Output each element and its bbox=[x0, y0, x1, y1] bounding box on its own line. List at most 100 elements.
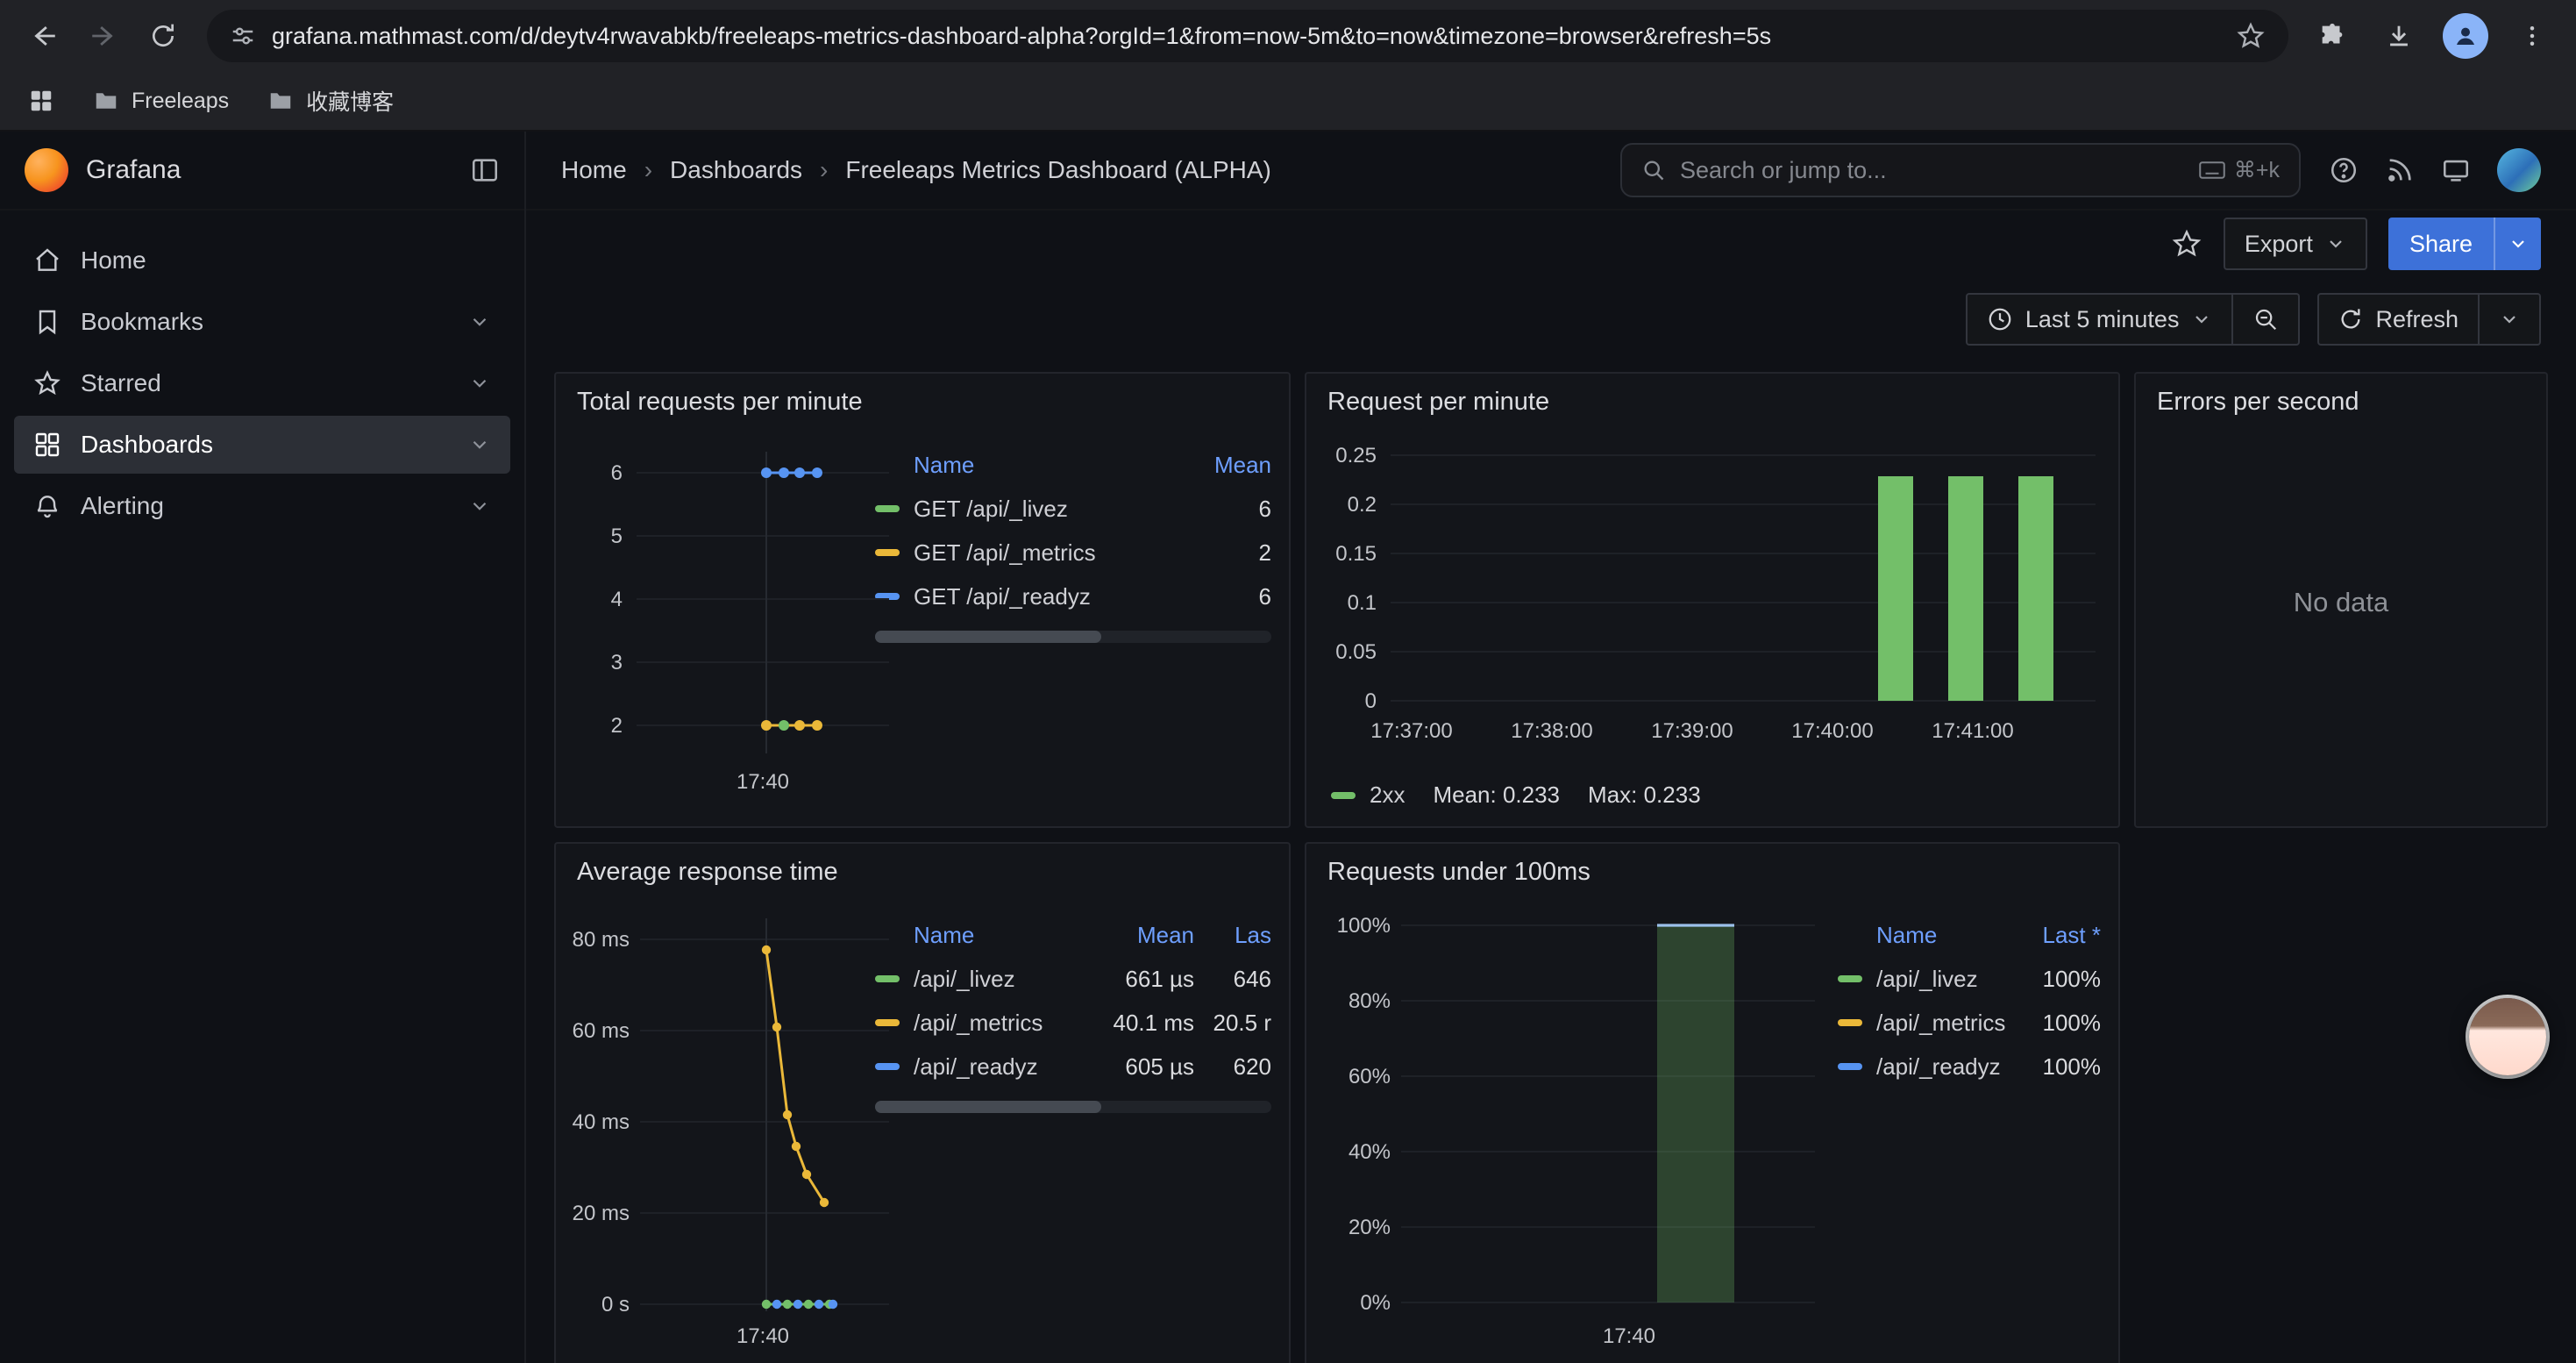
legend-series-metrics[interactable]: /api/_metrics bbox=[875, 1010, 1092, 1037]
sidebar-item-label: Dashboards bbox=[81, 431, 213, 459]
sidebar-nav: Home Bookmarks Starred Dashboards bbox=[0, 211, 524, 556]
legend-table: Name Last * /api/_livez 100% /api/_metri… bbox=[1838, 890, 2104, 1363]
svg-text:80 ms: 80 ms bbox=[573, 928, 630, 952]
panel-title[interactable]: Request per minute bbox=[1306, 374, 2118, 420]
series-mean: 605 µs bbox=[1092, 1053, 1194, 1081]
series-mean: 2 bbox=[1187, 539, 1271, 567]
legend-series-readyz[interactable]: GET /api/_readyz bbox=[875, 583, 1187, 610]
folder-icon bbox=[93, 88, 119, 114]
forward-button[interactable] bbox=[77, 10, 130, 62]
breadcrumb-separator: › bbox=[820, 156, 828, 184]
panel-title[interactable]: Errors per second bbox=[2136, 374, 2546, 420]
zoom-out-button[interactable] bbox=[2233, 293, 2300, 346]
browser-menu-button[interactable] bbox=[2506, 10, 2558, 62]
legend-series-livez[interactable]: GET /api/_livez bbox=[875, 496, 1187, 523]
svg-text:0%: 0% bbox=[1360, 1291, 1391, 1315]
bookmark-star-icon[interactable] bbox=[2236, 21, 2266, 51]
sidebar-item-alerting[interactable]: Alerting bbox=[14, 477, 510, 535]
extensions-button[interactable] bbox=[2306, 10, 2359, 62]
forward-icon bbox=[89, 21, 118, 51]
url-input[interactable] bbox=[272, 23, 2220, 50]
bookmark-item-blog[interactable]: 收藏博客 bbox=[267, 85, 394, 117]
no-data-message: No data bbox=[2136, 420, 2546, 826]
legend-header-name[interactable]: Name bbox=[875, 922, 1092, 949]
legend-header-name[interactable]: Name bbox=[1838, 922, 2017, 949]
legend-series-readyz[interactable]: /api/_readyz bbox=[875, 1053, 1092, 1081]
back-icon bbox=[29, 21, 59, 51]
keyboard-icon bbox=[2199, 161, 2225, 180]
search-input[interactable] bbox=[1680, 157, 2185, 184]
svg-text:20%: 20% bbox=[1348, 1216, 1391, 1239]
export-button[interactable]: Export bbox=[2224, 218, 2367, 270]
chevron-down-icon[interactable] bbox=[468, 372, 491, 395]
share-button[interactable]: Share bbox=[2388, 218, 2494, 270]
share-label: Share bbox=[2409, 231, 2473, 258]
legend-series-metrics[interactable]: GET /api/_metrics bbox=[875, 539, 1187, 567]
tv-kiosk-icon[interactable] bbox=[2441, 155, 2471, 185]
legend-header-name[interactable]: Name bbox=[875, 452, 1187, 479]
legend-row: /api/_readyz 605 µs 620 bbox=[875, 1045, 1271, 1088]
series-name: /api/_livez bbox=[1876, 966, 1978, 993]
sidebar-item-home[interactable]: Home bbox=[14, 232, 510, 289]
legend-mean: Mean: 0.233 bbox=[1433, 781, 1560, 809]
panel-average-response-time: Average response time 8 bbox=[554, 842, 1291, 1363]
news-rss-icon[interactable] bbox=[2385, 155, 2415, 185]
chevron-down-icon[interactable] bbox=[468, 310, 491, 333]
panel-title[interactable]: Average response time bbox=[556, 844, 1289, 890]
refresh-button[interactable]: Refresh bbox=[2317, 293, 2480, 346]
series-name: GET /api/_livez bbox=[914, 496, 1068, 523]
legend-header-mean[interactable]: Mean bbox=[1187, 452, 1271, 479]
collapse-sidebar-icon[interactable] bbox=[470, 155, 500, 185]
sidebar-header: Grafana bbox=[0, 132, 524, 211]
profile-button[interactable] bbox=[2439, 10, 2492, 62]
svg-text:80%: 80% bbox=[1348, 989, 1391, 1013]
panel-body: 6 5 4 3 2 17:40 bbox=[556, 420, 1289, 826]
user-avatar[interactable] bbox=[2497, 148, 2541, 192]
omnibox[interactable] bbox=[207, 10, 2288, 62]
legend-header-mean[interactable]: Mean bbox=[1092, 922, 1194, 949]
share-menu-button[interactable] bbox=[2494, 218, 2541, 270]
back-button[interactable] bbox=[18, 10, 70, 62]
legend-series-metrics[interactable]: /api/_metrics bbox=[1838, 1010, 2017, 1037]
legend-series-readyz[interactable]: /api/_readyz bbox=[1838, 1053, 2017, 1081]
panel-total-requests: Total requests per minute bbox=[554, 372, 1291, 828]
assistant-avatar-widget[interactable] bbox=[2469, 998, 2546, 1075]
bookmark-item-freeleaps[interactable]: Freeleaps bbox=[93, 88, 229, 114]
chevron-down-icon bbox=[2499, 309, 2520, 330]
legend-scrollbar[interactable] bbox=[875, 631, 1271, 643]
downloads-button[interactable] bbox=[2373, 10, 2425, 62]
breadcrumb-dashboards[interactable]: Dashboards bbox=[670, 156, 802, 184]
scrollbar-thumb[interactable] bbox=[875, 631, 1101, 643]
grafana-logo[interactable] bbox=[25, 148, 68, 192]
help-icon[interactable] bbox=[2329, 155, 2359, 185]
panel-title[interactable]: Requests under 100ms bbox=[1306, 844, 2118, 890]
legend-header-last[interactable]: Las bbox=[1194, 922, 1271, 949]
favorite-star-icon[interactable] bbox=[2171, 228, 2202, 260]
panel-title[interactable]: Total requests per minute bbox=[556, 374, 1289, 420]
search-box[interactable]: ⌘+k bbox=[1620, 143, 2301, 197]
legend-series-livez[interactable]: /api/_livez bbox=[875, 966, 1092, 993]
reload-button[interactable] bbox=[137, 10, 189, 62]
legend-header-last[interactable]: Last * bbox=[2017, 922, 2101, 949]
legend-series-livez[interactable]: /api/_livez bbox=[1838, 966, 2017, 993]
series-swatch-green bbox=[1838, 975, 1862, 982]
refresh-interval-button[interactable] bbox=[2480, 293, 2541, 346]
apps-grid-icon[interactable] bbox=[28, 88, 54, 114]
series-last: 100% bbox=[2017, 966, 2101, 993]
clock-icon bbox=[1987, 306, 2013, 332]
scrollbar-thumb[interactable] bbox=[875, 1101, 1101, 1113]
chevron-down-icon bbox=[2508, 233, 2529, 254]
sidebar-item-dashboards[interactable]: Dashboards bbox=[14, 416, 510, 474]
breadcrumb-home[interactable]: Home bbox=[561, 156, 627, 184]
sidebar-item-starred[interactable]: Starred bbox=[14, 354, 510, 412]
sidebar-item-bookmarks[interactable]: Bookmarks bbox=[14, 293, 510, 351]
chevron-down-icon[interactable] bbox=[468, 433, 491, 456]
time-range-button[interactable]: Last 5 minutes bbox=[1966, 293, 2234, 346]
legend-scrollbar[interactable] bbox=[875, 1101, 1271, 1113]
legend-table: Name Mean Las /api/_livez 661 µs 646 bbox=[875, 890, 1275, 1363]
legend-series-2xx[interactable]: 2xx bbox=[1370, 781, 1405, 809]
average-response-time-chart: 80 ms 60 ms 40 ms 20 ms 0 s bbox=[570, 890, 875, 1363]
site-settings-icon[interactable] bbox=[230, 23, 256, 49]
chevron-down-icon[interactable] bbox=[468, 495, 491, 517]
sidebar-item-label: Starred bbox=[81, 369, 161, 397]
